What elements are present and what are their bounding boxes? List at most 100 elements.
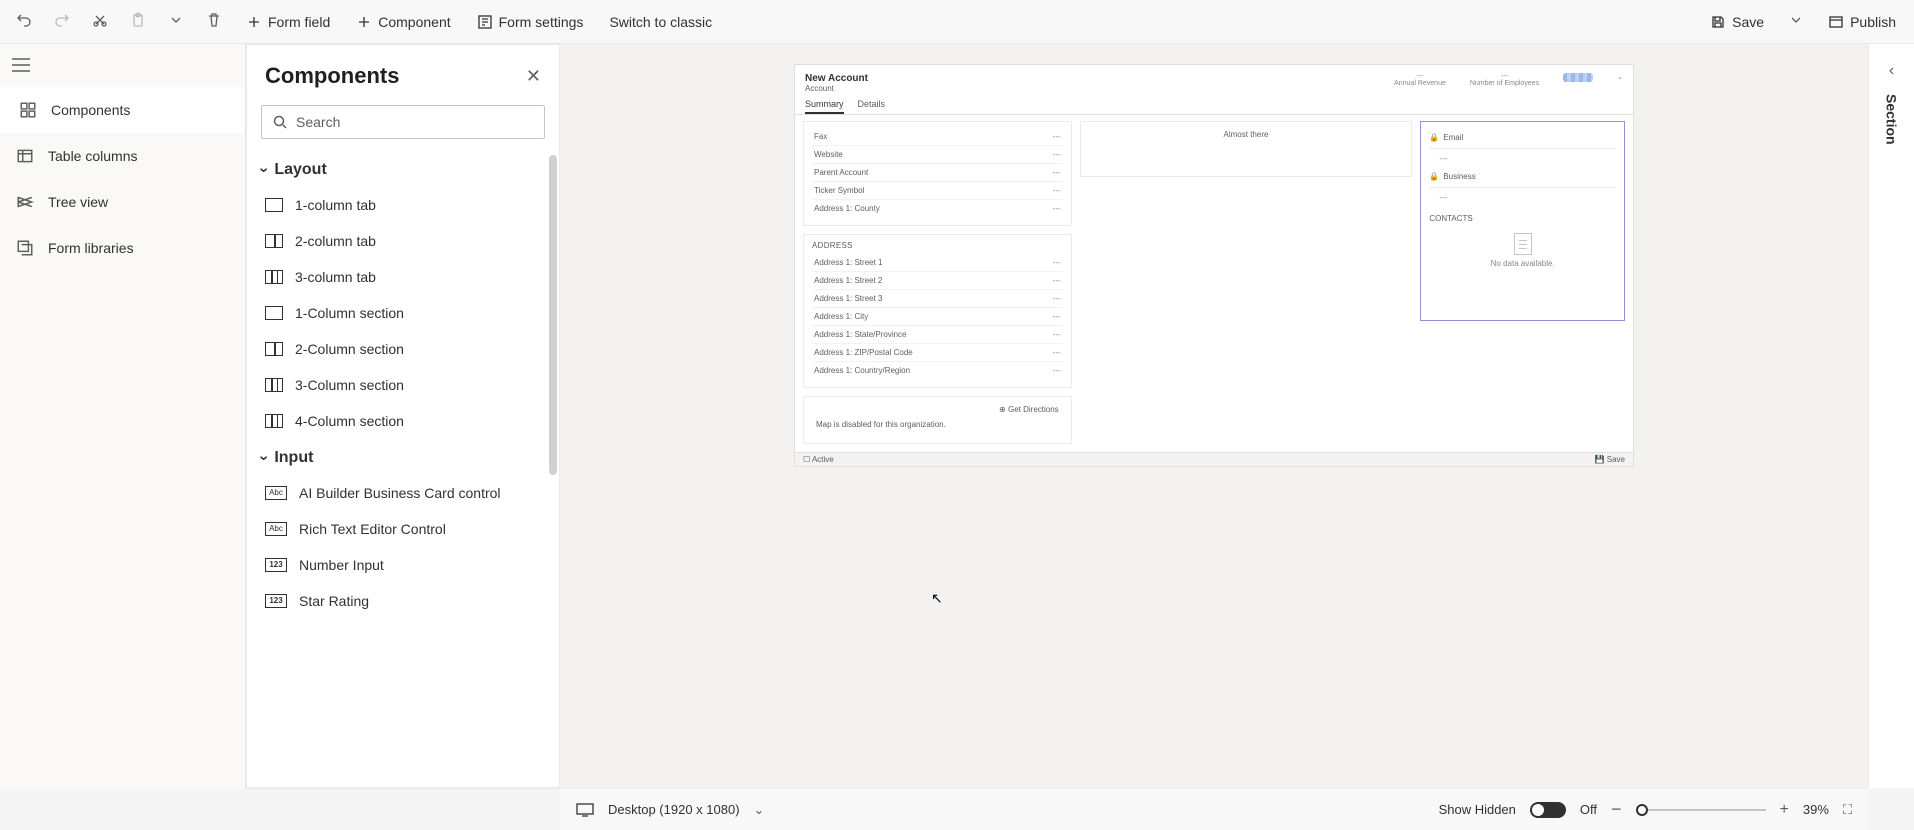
form-title: New Account xyxy=(805,73,868,84)
selected-section[interactable]: 🔒Email --- 🔒Business --- CONTACTS No dat… xyxy=(1420,121,1625,321)
footer-save[interactable]: Save xyxy=(1607,455,1625,464)
comp-label: Rich Text Editor Control xyxy=(299,521,446,537)
comp-3col-tab[interactable]: 3-column tab xyxy=(247,259,559,295)
publish-label: Publish xyxy=(1850,14,1896,30)
nav-label: Form libraries xyxy=(48,240,134,256)
zoom-out-button[interactable]: − xyxy=(1611,799,1622,820)
save-chevron-icon[interactable] xyxy=(1784,8,1808,35)
field-row[interactable]: Website--- xyxy=(812,145,1063,163)
comp-label: 2-column tab xyxy=(295,233,376,249)
undo-icon[interactable] xyxy=(12,8,36,35)
comp-label: 3-column tab xyxy=(295,269,376,285)
panel-scroll[interactable]: › Layout 1-column tab 2-column tab 3-col… xyxy=(247,151,559,787)
form-settings-label: Form settings xyxy=(499,14,584,30)
field-row[interactable]: Address 1: State/Province--- xyxy=(812,325,1063,343)
field-row[interactable]: Address 1: Street 2--- xyxy=(812,271,1063,289)
tab-summary[interactable]: Summary xyxy=(805,99,844,114)
components-panel: Components ✕ Search › Layout 1-column ta… xyxy=(246,44,560,788)
section-account-info[interactable]: Fax---Website---Parent Account---Ticker … xyxy=(803,121,1072,226)
field-row[interactable]: Ticker Symbol--- xyxy=(812,181,1063,199)
zoom-slider[interactable] xyxy=(1636,809,1766,811)
comp-1col-tab[interactable]: 1-column tab xyxy=(247,187,559,223)
scrollbar-thumb[interactable] xyxy=(549,155,557,475)
form-settings-button[interactable]: Form settings xyxy=(471,10,590,34)
comp-richtext[interactable]: AbcRich Text Editor Control xyxy=(247,511,559,547)
field-row[interactable]: Address 1: City--- xyxy=(812,307,1063,325)
form-entity: Account xyxy=(805,84,868,93)
comp-star-rating[interactable]: 123Star Rating xyxy=(247,583,559,619)
show-hidden-toggle[interactable] xyxy=(1530,802,1566,818)
comp-4col-section[interactable]: 4-Column section xyxy=(247,403,559,439)
field-row[interactable]: Address 1: County--- xyxy=(812,199,1063,217)
footer-status-icon: ☐ xyxy=(803,455,810,464)
field-row[interactable]: Address 1: Country/Region--- xyxy=(812,361,1063,379)
monitor-icon xyxy=(576,803,594,817)
comp-2col-section[interactable]: 2-Column section xyxy=(247,331,559,367)
bottom-bar: Desktop (1920 x 1080) ⌄ Show Hidden Off … xyxy=(560,788,1868,830)
save-label: Save xyxy=(1732,14,1764,30)
tab-details[interactable]: Details xyxy=(858,99,886,114)
group-title: Input xyxy=(274,449,313,467)
device-selector[interactable]: Desktop (1920 x 1080) xyxy=(608,802,740,817)
timeline-message: Almost there xyxy=(1224,130,1269,139)
chevron-down-icon[interactable] xyxy=(164,8,188,35)
paste-icon[interactable] xyxy=(126,8,150,35)
field-row[interactable]: Address 1: Street 1--- xyxy=(812,254,1063,271)
header-field: Number of Employees xyxy=(1470,80,1539,87)
form-canvas[interactable]: New Account Account ---Annual Revenue --… xyxy=(794,64,1634,467)
form-tabs: Summary Details xyxy=(795,93,1633,114)
section-address[interactable]: ADDRESS Address 1: Street 1---Address 1:… xyxy=(803,234,1072,388)
comp-ai-bizcard[interactable]: AbcAI Builder Business Card control xyxy=(247,475,559,511)
property-panel-label[interactable]: Section xyxy=(1884,94,1900,145)
switch-classic-button[interactable]: Switch to classic xyxy=(603,10,718,34)
toggle-state: Off xyxy=(1580,802,1597,817)
switch-classic-label: Switch to classic xyxy=(609,14,712,30)
comp-2col-tab[interactable]: 2-column tab xyxy=(247,223,559,259)
form-header[interactable]: New Account Account ---Annual Revenue --… xyxy=(795,65,1633,93)
save-button[interactable]: Save xyxy=(1704,10,1770,34)
nav-components[interactable]: Components xyxy=(0,87,245,133)
chevron-down-icon: › xyxy=(255,455,273,460)
section-map[interactable]: ⊕ Get Directions Map is disabled for thi… xyxy=(803,396,1072,444)
no-data-text: No data available. xyxy=(1429,259,1616,268)
group-input[interactable]: › Input xyxy=(247,439,559,475)
field-row[interactable]: Address 1: Street 3--- xyxy=(812,289,1063,307)
footer-status: Active xyxy=(812,455,834,464)
map-disabled-text: Map is disabled for this organization. xyxy=(812,416,1063,435)
comp-label: 4-Column section xyxy=(295,413,404,429)
field-row[interactable]: Address 1: ZIP/Postal Code--- xyxy=(812,343,1063,361)
nav-form-libraries[interactable]: Form libraries xyxy=(0,225,245,271)
redo-icon[interactable] xyxy=(50,8,74,35)
comp-3col-section[interactable]: 3-Column section xyxy=(247,367,559,403)
add-component-button[interactable]: Component xyxy=(350,10,456,34)
top-toolbar: Form field Component Form settings Switc… xyxy=(0,0,1914,44)
section-timeline[interactable]: Almost there xyxy=(1080,121,1413,177)
expand-icon[interactable]: ‹ xyxy=(1889,62,1894,80)
comp-label: 2-Column section xyxy=(295,341,404,357)
nav-tree-view[interactable]: Tree view xyxy=(0,179,245,225)
group-title: Layout xyxy=(274,161,326,179)
comp-label: 1-column tab xyxy=(295,197,376,213)
owner-pill xyxy=(1563,73,1593,82)
add-form-field-button[interactable]: Form field xyxy=(240,10,336,34)
nav-label: Tree view xyxy=(48,194,108,210)
comp-label: AI Builder Business Card control xyxy=(299,485,501,501)
comp-number-input[interactable]: 123Number Input xyxy=(247,547,559,583)
close-icon[interactable]: ✕ xyxy=(526,66,541,87)
search-input[interactable]: Search xyxy=(261,105,545,139)
get-directions-link[interactable]: Get Directions xyxy=(1008,405,1059,414)
group-layout[interactable]: › Layout xyxy=(247,151,559,187)
field-row[interactable]: Fax--- xyxy=(812,128,1063,145)
publish-button[interactable]: Publish xyxy=(1822,10,1902,34)
zoom-in-button[interactable]: + xyxy=(1780,801,1789,819)
fit-icon[interactable]: ⛶ xyxy=(1843,802,1852,818)
delete-icon[interactable] xyxy=(202,8,226,35)
comp-1col-section[interactable]: 1-Column section xyxy=(247,295,559,331)
hamburger-icon[interactable] xyxy=(0,44,245,87)
nav-table-columns[interactable]: Table columns xyxy=(0,133,245,179)
cut-icon[interactable] xyxy=(88,8,112,35)
chevron-down-icon[interactable]: ⌄ xyxy=(754,802,765,818)
chevron-down-icon[interactable]: ⌄ xyxy=(1617,73,1623,87)
field-row[interactable]: Parent Account--- xyxy=(812,163,1063,181)
header-field: Annual Revenue xyxy=(1394,80,1446,87)
